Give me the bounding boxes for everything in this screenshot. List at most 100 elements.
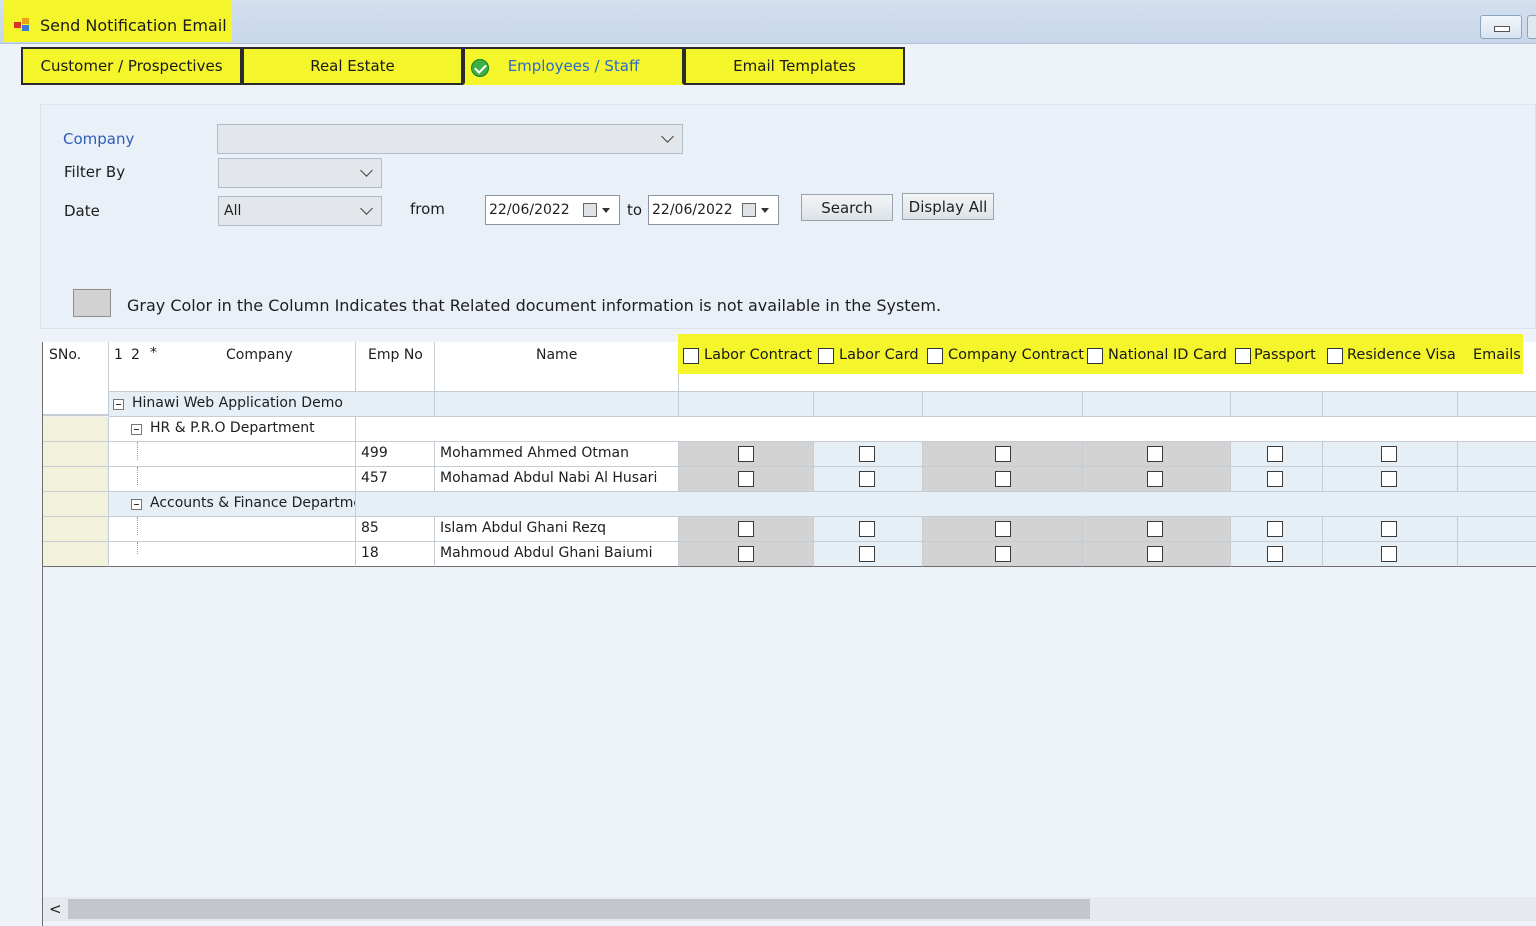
company-contract-checkbox[interactable] — [995, 521, 1011, 537]
scrollbar-thumb[interactable] — [68, 899, 1090, 919]
sno-cell — [43, 492, 109, 517]
table-row[interactable]: Mohamad Abdul Nabi Al Husari — [435, 467, 679, 492]
header-passport[interactable]: Passport — [1254, 347, 1316, 363]
sno-cell — [43, 542, 109, 567]
table-row[interactable]: Mohammed Ahmed Otman — [435, 442, 679, 467]
header-labor-contract[interactable]: Labor Contract — [704, 347, 812, 363]
group-cell — [923, 392, 1083, 417]
residence-visa-checkbox[interactable] — [1381, 471, 1397, 487]
collapse-icon[interactable] — [131, 424, 142, 435]
national-id-checkbox[interactable] — [1147, 546, 1163, 562]
group-cell — [356, 492, 1536, 517]
emails-cell[interactable] — [1458, 467, 1536, 492]
labor-card-checkbox[interactable] — [859, 546, 875, 562]
labor-card-checkbox[interactable] — [859, 521, 875, 537]
company-contract-header-checkbox[interactable] — [927, 348, 943, 364]
maximize-button[interactable] — [1527, 15, 1536, 39]
from-label: from — [410, 200, 445, 218]
header-labor-card[interactable]: Labor Card — [839, 347, 919, 363]
company-contract-checkbox[interactable] — [995, 546, 1011, 562]
residence-visa-checkbox[interactable] — [1381, 446, 1397, 462]
emails-cell[interactable] — [1458, 442, 1536, 467]
header-name[interactable]: Name — [435, 342, 679, 392]
filter-by-label: Filter By — [64, 163, 126, 181]
national-id-checkbox[interactable] — [1147, 446, 1163, 462]
tab-email-templates[interactable]: Email Templates — [684, 47, 905, 85]
passport-checkbox[interactable] — [1267, 521, 1283, 537]
company-contract-checkbox[interactable] — [995, 471, 1011, 487]
tree-cell — [109, 467, 356, 492]
passport-checkbox[interactable] — [1267, 446, 1283, 462]
to-date-picker[interactable]: 22/06/2022 — [648, 195, 779, 225]
table-row[interactable]: 457 — [356, 467, 435, 492]
company-dropdown[interactable] — [217, 124, 683, 154]
labor-contract-checkbox[interactable] — [738, 471, 754, 487]
group-row-dept[interactable]: Accounts & Finance Department — [109, 492, 356, 517]
dropdown-arrow-icon — [761, 208, 769, 213]
minimize-button[interactable] — [1480, 15, 1522, 39]
passport-checkbox[interactable] — [1267, 471, 1283, 487]
group-level-all[interactable]: * — [150, 345, 157, 361]
labor-card-header-checkbox[interactable] — [818, 348, 834, 364]
header-national-id-card[interactable]: National ID Card — [1108, 347, 1227, 363]
sno-cell — [43, 467, 109, 492]
from-date-picker[interactable]: 22/06/2022 — [485, 195, 620, 225]
residence-visa-checkbox[interactable] — [1381, 521, 1397, 537]
table-row[interactable]: Mahmoud Abdul Ghani Baiumi — [435, 542, 679, 567]
table-row[interactable]: 85 — [356, 517, 435, 542]
table-row[interactable]: Islam Abdul Ghani Rezq — [435, 517, 679, 542]
labor-contract-checkbox[interactable] — [738, 521, 754, 537]
labor-card-checkbox[interactable] — [859, 471, 875, 487]
passport-cell — [1231, 542, 1323, 567]
header-emp-no-label: Emp No — [368, 347, 423, 363]
table-row[interactable]: 499 — [356, 442, 435, 467]
national-id-checkbox[interactable] — [1147, 521, 1163, 537]
header-residence-visa[interactable]: Residence Visa — [1347, 347, 1456, 363]
filter-by-dropdown[interactable] — [218, 158, 382, 188]
tab-customer-prospectives[interactable]: Customer / Prospectives — [21, 47, 242, 85]
sno-cell — [43, 517, 109, 542]
display-all-button[interactable]: Display All — [902, 193, 994, 220]
header-emails[interactable]: Emails — [1473, 347, 1521, 363]
from-date-value: 22/06/2022 — [489, 202, 570, 218]
group-level-2[interactable]: 2 — [131, 347, 140, 363]
passport-checkbox[interactable] — [1267, 546, 1283, 562]
collapse-icon[interactable] — [113, 399, 124, 410]
labor-contract-checkbox[interactable] — [738, 546, 754, 562]
labor-card-checkbox[interactable] — [859, 446, 875, 462]
tab-employees-staff[interactable]: Employees / Staff — [463, 47, 684, 85]
passport-cell — [1231, 467, 1323, 492]
national-id-header-checkbox[interactable] — [1087, 348, 1103, 364]
residence-visa-header-checkbox[interactable] — [1327, 348, 1343, 364]
labor-contract-cell — [679, 442, 814, 467]
collapse-icon[interactable] — [131, 499, 142, 510]
emails-cell[interactable] — [1458, 517, 1536, 542]
scroll-left-arrow[interactable]: < — [49, 900, 62, 918]
tab-label: Email Templates — [733, 57, 856, 75]
residence-visa-cell — [1323, 517, 1458, 542]
passport-header-checkbox[interactable] — [1235, 348, 1251, 364]
emp-no: 457 — [361, 470, 388, 486]
residence-visa-checkbox[interactable] — [1381, 546, 1397, 562]
labor-contract-checkbox[interactable] — [738, 446, 754, 462]
labor-card-cell — [814, 542, 923, 567]
header-company[interactable]: 1 2 * Company — [109, 342, 356, 392]
header-emp-no[interactable]: Emp No — [356, 342, 435, 392]
labor-contract-header-checkbox[interactable] — [683, 348, 699, 364]
date-dropdown[interactable]: All — [218, 196, 382, 226]
company-contract-checkbox[interactable] — [995, 446, 1011, 462]
emails-cell[interactable] — [1458, 542, 1536, 567]
display-all-button-label: Display All — [908, 197, 988, 216]
group-cell — [1323, 392, 1458, 417]
tree-line — [137, 517, 138, 535]
employee-name: Islam Abdul Ghani Rezq — [440, 520, 607, 536]
tab-real-estate[interactable]: Real Estate — [242, 47, 463, 85]
header-company-contract[interactable]: Company Contract — [948, 347, 1084, 363]
table-row[interactable]: 18 — [356, 542, 435, 567]
group-dept1-label: HR & P.R.O Department — [150, 420, 315, 436]
header-sno[interactable]: SNo. — [43, 342, 109, 415]
group-level-1[interactable]: 1 — [114, 347, 123, 363]
national-id-checkbox[interactable] — [1147, 471, 1163, 487]
search-button[interactable]: Search — [801, 194, 893, 221]
group-row-dept[interactable]: HR & P.R.O Department — [109, 417, 356, 442]
